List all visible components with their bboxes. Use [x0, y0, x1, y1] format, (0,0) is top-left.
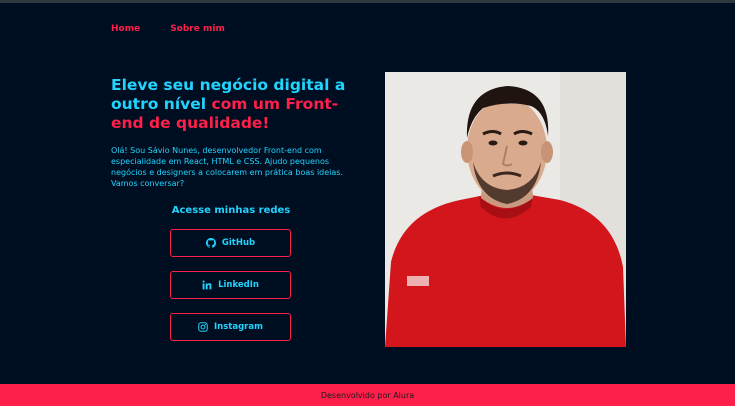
window-top-border — [0, 0, 735, 3]
instagram-label: Instagram — [214, 322, 263, 332]
github-icon — [205, 238, 216, 248]
linkedin-icon — [202, 280, 212, 290]
github-button[interactable]: GitHub — [170, 229, 291, 257]
instagram-button[interactable]: Instagram — [170, 313, 291, 341]
profile-photo-illustration — [385, 72, 626, 347]
nav-link-home[interactable]: Home — [111, 24, 140, 34]
footer: Desenvolvido por Alura — [0, 384, 735, 406]
main-nav: Home Sobre mim — [111, 24, 225, 34]
footer-text: Desenvolvido por Alura — [320, 390, 415, 400]
linkedin-label: LinkedIn — [218, 280, 259, 290]
hero-headline: Eleve seu negócio digital a outro nível … — [111, 76, 361, 133]
instagram-icon — [198, 322, 208, 332]
github-label: GitHub — [221, 238, 256, 248]
linkedin-button[interactable]: LinkedIn — [170, 271, 291, 299]
hero-intro: Olá! Sou Sávio Nunes, desenvolvedor Fron… — [111, 146, 344, 188]
nav-link-about[interactable]: Sobre mim — [170, 24, 225, 34]
profile-photo — [385, 72, 626, 347]
social-title: Acesse minhas redes — [171, 205, 291, 216]
